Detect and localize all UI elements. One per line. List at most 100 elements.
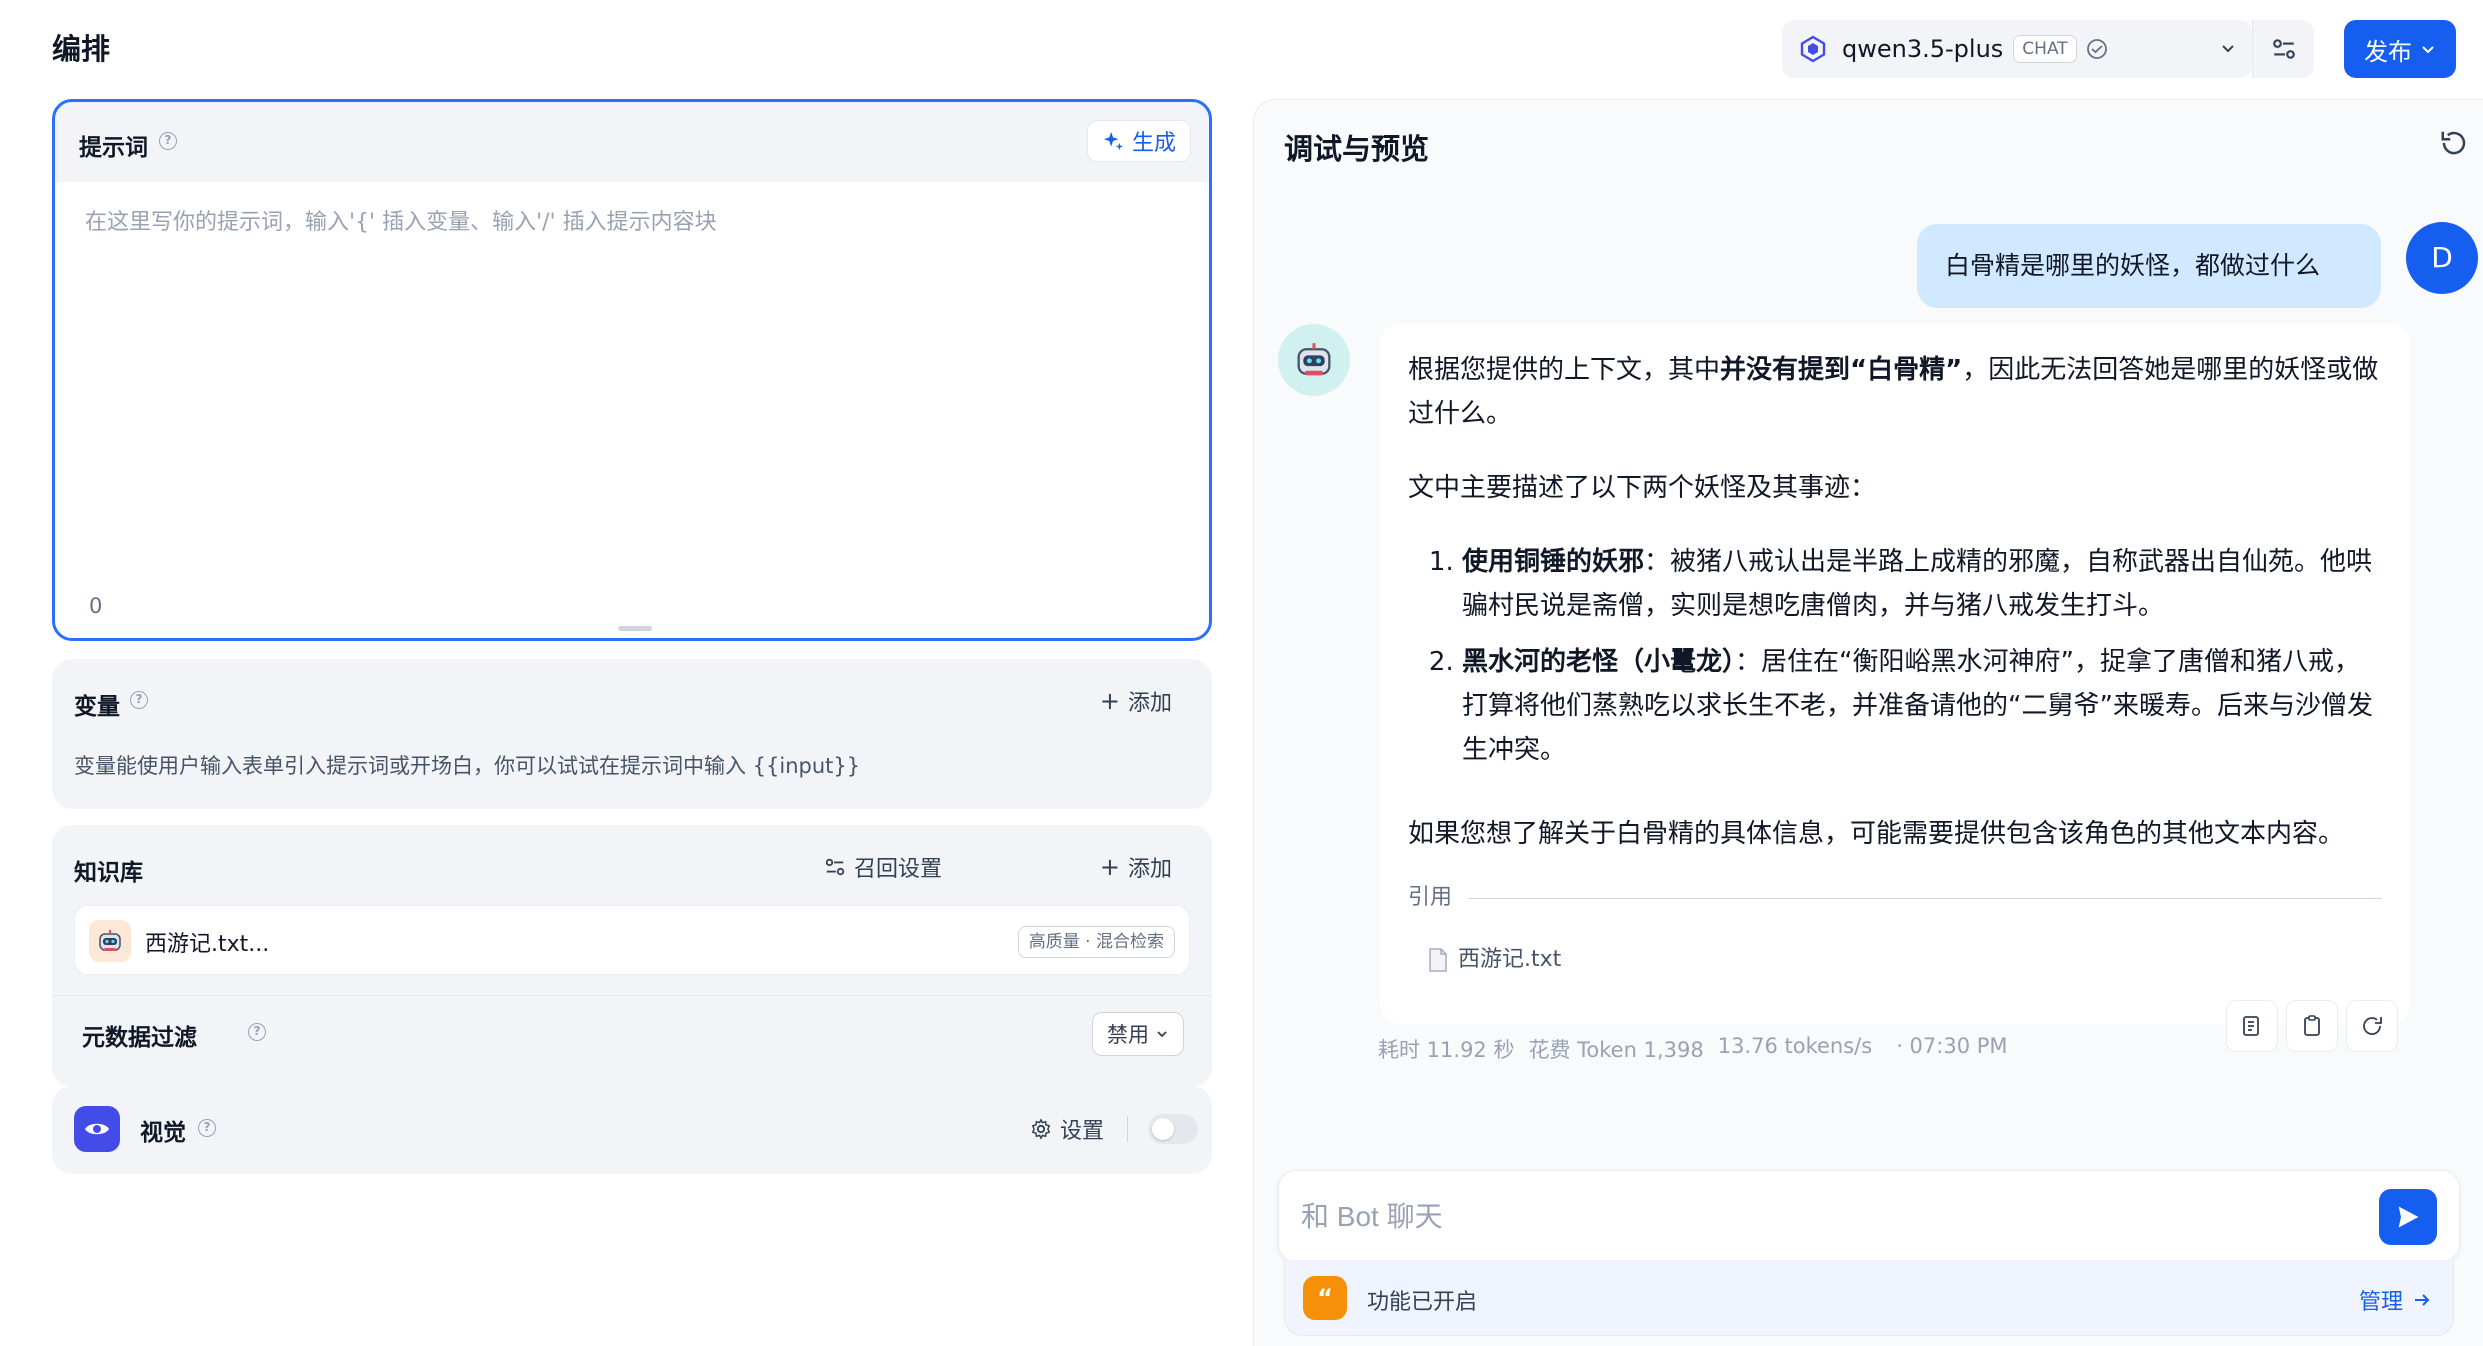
clipboard-icon	[2304, 1015, 2320, 1036]
bot-message: 根据您提供的上下文，其中并没有提到“白骨精”，因此无法回答她是哪里的妖怪或做过什…	[1380, 324, 2410, 1024]
preview-title: 调试与预览	[1284, 132, 1430, 166]
vision-settings-button[interactable]: 设置	[1030, 1113, 1104, 1145]
variables-description: 变量能使用户输入表单引入提示词或开场白，你可以试试在提示词中输入 {{input…	[74, 754, 861, 778]
divider	[1127, 1116, 1128, 1142]
eye-icon	[74, 1106, 120, 1152]
send-icon	[2398, 1206, 2419, 1228]
chat-input[interactable]	[1301, 1189, 2361, 1245]
add-knowledge-label: 添加	[1127, 857, 1172, 882]
arrow-right-icon	[2415, 1294, 2430, 1306]
regenerate-button[interactable]	[2346, 1000, 2398, 1052]
list-item-title: 使用铜锤的妖邪	[1462, 547, 1645, 577]
help-circle-icon[interactable]: ?	[248, 1023, 266, 1041]
bot-paragraph: 文中主要描述了以下两个妖怪及其事迹：	[1408, 473, 1877, 503]
list-item: 黑水河的老怪（小鼍龙）：居住在“衡阳峪黑水河神府”，捉拿了唐僧和猪八戒，打算将他…	[1462, 640, 2382, 772]
vision-title: 视觉	[140, 1120, 186, 1146]
metadata-filter-select[interactable]: 禁用	[1092, 1012, 1184, 1056]
user-message: 白骨精是哪里的妖怪，都做过什么	[1917, 224, 2381, 308]
list-item: 使用铜锤的妖邪：被猪八戒认出是半路上成精的邪魔，自称武器出自仙苑。他哄骗村民说是…	[1462, 540, 2382, 628]
bot-list: 使用铜锤的妖邪：被猪八戒认出是半路上成精的邪魔，自称武器出自仙苑。他哄骗村民说是…	[1408, 540, 2382, 772]
recall-settings-button[interactable]: 召回设置	[824, 851, 942, 883]
knowledge-file-item[interactable]: 西游记.txt... 高质量 · 混合检索	[74, 905, 1190, 975]
message-timestamp: · 07:30 PM	[1896, 1034, 2008, 1058]
sparkle-icon	[1103, 131, 1124, 151]
generate-button[interactable]: 生成	[1086, 120, 1191, 162]
robot-icon	[89, 920, 131, 962]
retrieval-mode-badge: 高质量 · 混合检索	[1017, 926, 1175, 958]
restart-chat-button[interactable]	[2439, 128, 2469, 158]
manage-label: 管理	[2358, 1290, 2403, 1315]
send-button[interactable]	[2379, 1189, 2437, 1245]
preview-panel: 调试与预览 白骨精是哪里的妖怪，都做过什么 D 根据您提供的上下文，其中并没有提…	[1253, 99, 2483, 1346]
citation-file[interactable]: 西游记.txt	[1428, 938, 2382, 982]
model-provider-icon	[1800, 35, 1826, 63]
prompt-char-count: 0	[89, 594, 103, 618]
publish-label: 发布	[2364, 37, 2412, 66]
model-params-button[interactable]	[2252, 20, 2314, 78]
vision-settings-label: 设置	[1059, 1119, 1104, 1144]
log-button[interactable]	[2226, 1000, 2278, 1052]
chevron-down-icon	[2422, 46, 2434, 54]
prompt-title: 提示词	[79, 135, 148, 161]
sliders-icon	[825, 858, 845, 876]
robot-icon	[1278, 324, 1350, 396]
features-bar: “ 功能已开启 管理	[1284, 1260, 2454, 1336]
plus-icon: +	[1099, 853, 1120, 881]
plus-icon: +	[1099, 687, 1120, 715]
add-knowledge-button[interactable]: + 添加	[1100, 851, 1172, 883]
prompt-editor[interactable]: 在这里写你的提示词，输入'{' 插入变量、输入'/' 插入提示内容块 0	[55, 182, 1209, 638]
token-usage: 花费 Token 1,398	[1528, 1038, 1704, 1062]
sliders-icon	[2272, 39, 2295, 59]
chevron-down-icon	[2222, 45, 2234, 53]
refresh-icon	[2363, 1017, 2382, 1035]
knowledge-file-name: 西游记.txt...	[145, 932, 270, 957]
vision-toggle[interactable]	[1148, 1114, 1198, 1144]
features-label: 功能已开启	[1367, 1290, 1478, 1315]
divider	[52, 995, 1212, 996]
help-circle-icon[interactable]: ?	[198, 1119, 216, 1137]
metadata-filter-value: 禁用	[1107, 1023, 1149, 1047]
refresh-icon	[2441, 131, 2466, 155]
bot-text-bold: 并没有提到“白骨精”	[1720, 355, 1963, 385]
quote-icon: “	[1303, 1276, 1347, 1320]
avatar: D	[2406, 222, 2478, 294]
bot-text: 根据您提供的上下文，其中	[1408, 355, 1721, 385]
generate-label: 生成	[1131, 131, 1176, 156]
model-type-badge: CHAT	[2013, 35, 2077, 63]
help-circle-icon[interactable]: ?	[159, 132, 177, 150]
metadata-filter-label: 元数据过滤	[82, 1025, 197, 1051]
list-item-title: 黑水河的老怪（小鼍龙）	[1462, 647, 1736, 677]
knowledge-title: 知识库	[74, 860, 143, 886]
model-selector[interactable]: qwen3.5-plus CHAT	[1782, 20, 2252, 78]
chat-input-box	[1278, 1170, 2460, 1262]
elapsed-time: 耗时 11.92 秒	[1378, 1038, 1515, 1062]
manage-features-button[interactable]: 管理	[2359, 1284, 2431, 1316]
citation-label: 引用	[1408, 885, 1453, 910]
copy-button[interactable]	[2286, 1000, 2338, 1052]
prompt-placeholder: 在这里写你的提示词，输入'{' 插入变量、输入'/' 插入提示内容块	[85, 210, 717, 235]
message-actions	[2226, 1000, 2398, 1056]
token-speed: 13.76 tokens/s	[1717, 1034, 1873, 1058]
variables-title: 变量	[74, 694, 120, 720]
add-variable-label: 添加	[1127, 691, 1172, 716]
help-circle-icon[interactable]: ?	[130, 691, 148, 709]
model-name: qwen3.5-plus	[1842, 35, 2004, 63]
document-icon	[2243, 1016, 2259, 1036]
resize-handle[interactable]	[618, 626, 652, 631]
chevron-down-icon	[1157, 1031, 1167, 1038]
knowledge-card: 知识库 召回设置 + 添加 西游记.txt... 高质量 · 混合检索 元数据过…	[52, 825, 1212, 1087]
publish-button[interactable]: 发布	[2344, 20, 2456, 78]
page-title: 编排	[52, 32, 111, 66]
divider	[1468, 897, 2382, 899]
variables-card: 变量 ? + 添加 变量能使用户输入表单引入提示词或开场白，你可以试试在提示词中…	[52, 659, 1212, 809]
bot-paragraph: 根据您提供的上下文，其中并没有提到“白骨精”，因此无法回答她是哪里的妖怪或做过什…	[1408, 348, 2382, 436]
toggle-knob	[1152, 1118, 1174, 1140]
add-variable-button[interactable]: + 添加	[1100, 685, 1172, 717]
vision-card: 视觉 ? 设置	[52, 1086, 1212, 1174]
message-stats: 耗时 11.92 秒 花费 Token 1,398 13.76 tokens/s…	[1378, 1034, 2008, 1064]
prompt-panel: 提示词 ? 生成 在这里写你的提示词，输入'{' 插入变量、输入'/' 插入提示…	[52, 99, 1212, 641]
txt-file-icon	[1429, 948, 1447, 972]
citation-header: 引用	[1408, 876, 2382, 920]
citation-file-name: 西游记.txt	[1458, 947, 1562, 972]
bot-paragraph: 如果您想了解关于白骨精的具体信息，可能需要提供包含该角色的其他文本内容。	[1408, 819, 2345, 849]
